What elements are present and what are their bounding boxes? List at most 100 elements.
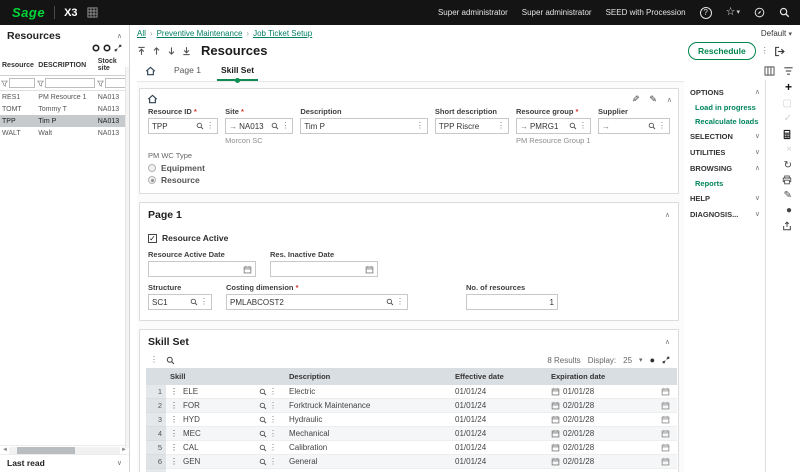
breadcrumb-all[interactable]: All	[137, 29, 146, 38]
record-row-walt[interactable]: WALT Walt NA013	[0, 127, 129, 139]
new-record-icon[interactable]: +	[785, 82, 792, 93]
first-record-icon[interactable]	[137, 46, 146, 56]
lookup-icon[interactable]	[259, 416, 267, 424]
record-row-tpp-selected[interactable]: TPP Tim P NA013	[0, 115, 129, 127]
row-menu-icon[interactable]: ⋮	[166, 427, 179, 441]
skill-table-row[interactable]: 4 ⋮ MEC ⋮ Mechanical 01/01/24 02/01/28	[146, 427, 677, 441]
last-read-section[interactable]: Last read ∨	[0, 454, 129, 472]
filter-rows-icon[interactable]	[783, 66, 794, 76]
calculator-icon[interactable]	[782, 129, 792, 140]
last-read-chevron-icon[interactable]: ∨	[117, 459, 122, 467]
calendar-icon[interactable]	[661, 443, 673, 452]
view-selector[interactable]: Default ▾	[684, 25, 800, 40]
record-row-tomt[interactable]: TOMT Tommy T NA013	[0, 103, 129, 115]
menu-section-help[interactable]: HELP ∨	[688, 190, 762, 206]
endpoint-name[interactable]: SEED with Procession	[606, 8, 686, 17]
lookup-icon[interactable]	[196, 122, 204, 130]
expand-panel-icon[interactable]	[114, 44, 122, 52]
calendar-icon[interactable]	[551, 401, 560, 410]
row-menu-icon[interactable]: ⋮	[166, 413, 179, 427]
filter-resource-input[interactable]	[9, 78, 35, 88]
resource-group-field[interactable]: → PMRG1 ⋮	[516, 118, 591, 134]
row-menu-icon[interactable]: ⋮	[166, 469, 179, 472]
collapse-section-icon[interactable]: ∧	[665, 338, 670, 346]
jump-to-icon[interactable]: →	[520, 122, 528, 131]
breadcrumb-job-ticket-setup[interactable]: Job Ticket Setup	[253, 29, 312, 38]
radio-equipment[interactable]: Equipment	[148, 163, 670, 173]
collapse-left-panel-icon[interactable]: ∧	[117, 32, 122, 40]
attachment-pencil-icon[interactable]: ✎	[784, 190, 792, 201]
horizontal-scrollbar[interactable]: ◄ ►	[0, 445, 129, 454]
exit-icon[interactable]	[774, 46, 786, 57]
print-icon[interactable]	[782, 175, 792, 185]
field-menu-icon[interactable]: ⋮	[497, 122, 505, 130]
field-menu-icon[interactable]: ⋮	[281, 122, 289, 130]
skill-table-row[interactable]: 6 ⋮ GEN ⋮ General 01/01/24 02/01/28	[146, 455, 677, 469]
breadcrumb-preventive-maintenance[interactable]: Preventive Maintenance	[157, 29, 243, 38]
skill-table-row[interactable]: 3 ⋮ HYD ⋮ Hydraulic 01/01/24 02/01/28	[146, 413, 677, 427]
resource-active-date-field[interactable]	[148, 261, 256, 277]
lookup-icon[interactable]	[190, 298, 198, 306]
calendar-icon[interactable]	[661, 429, 673, 438]
row-menu-icon[interactable]: ⋮	[166, 441, 179, 455]
filter-funnel-icon[interactable]	[97, 80, 104, 87]
col-header-description[interactable]: DESCRIPTION	[36, 55, 95, 76]
lookup-icon[interactable]	[569, 122, 577, 130]
display-page-size[interactable]: 25	[623, 356, 632, 365]
radio-resource-circle[interactable]	[148, 176, 156, 184]
calendar-icon[interactable]	[661, 415, 673, 424]
gear-icon[interactable]: ●	[650, 355, 655, 365]
description-field[interactable]: Tim P ⋮	[300, 118, 428, 134]
menu-section-options[interactable]: OPTIONS ∧	[688, 84, 762, 100]
menu-section-browsing[interactable]: BROWSING ∧	[688, 160, 762, 176]
calendar-icon[interactable]	[551, 387, 560, 396]
filter-description-input[interactable]	[45, 78, 94, 88]
filter-funnel-icon[interactable]	[37, 80, 44, 87]
expand-grid-icon[interactable]	[662, 356, 670, 364]
lookup-icon[interactable]	[259, 430, 267, 438]
res-inactive-date-field[interactable]	[270, 261, 378, 277]
circle-icon-1[interactable]	[92, 44, 100, 52]
structure-field[interactable]: SC1 ⋮	[148, 294, 212, 310]
skill-table-row[interactable]: 5 ⋮ CAL ⋮ Calibration 01/01/24 02/01/28	[146, 441, 677, 455]
lookup-icon[interactable]	[648, 122, 656, 130]
menu-link-recalculate-loads[interactable]: Recalculate loads	[688, 114, 762, 128]
field-menu-icon[interactable]: ⋮	[269, 388, 277, 396]
calendar-icon[interactable]	[661, 387, 673, 396]
scroll-left-icon[interactable]: ◄	[2, 447, 8, 453]
col-header-expiration-date[interactable]: Expiration date	[547, 368, 657, 385]
circle-icon-2[interactable]	[103, 44, 111, 52]
search-icon[interactable]	[779, 7, 790, 18]
calendar-icon[interactable]	[243, 265, 252, 274]
favorites-icon[interactable]: ☆▾	[726, 7, 740, 18]
no-of-resources-field[interactable]: 1	[466, 294, 558, 310]
tab-page-1[interactable]: Page 1	[172, 61, 203, 81]
section-home-icon[interactable]	[140, 89, 678, 104]
lookup-icon[interactable]	[259, 402, 267, 410]
col-header-skill[interactable]: Skill	[166, 368, 255, 385]
radio-resource[interactable]: Resource	[148, 175, 670, 185]
record-options-icon[interactable]: ●	[786, 205, 792, 216]
navigation-compass-icon[interactable]	[754, 7, 765, 18]
calendar-icon[interactable]	[661, 401, 673, 410]
tab-skill-set[interactable]: Skill Set	[219, 61, 256, 81]
user-name[interactable]: Super administrator	[522, 8, 592, 17]
site-field[interactable]: → NA013 ⋮	[225, 118, 293, 134]
columns-layout-icon[interactable]	[764, 66, 775, 76]
user-role[interactable]: Super administrator	[438, 8, 508, 17]
lookup-icon[interactable]	[271, 122, 279, 130]
filter-funnel-icon[interactable]	[1, 80, 8, 87]
col-header-effective-date[interactable]: Effective date	[451, 368, 547, 385]
skill-table-row[interactable]: 7 ⋮ MAI ⋮ Maintenance 01/01/24 02/01/28	[146, 469, 677, 472]
reschedule-button[interactable]: Reschedule	[688, 42, 756, 60]
calendar-icon[interactable]	[551, 415, 560, 424]
skill-table-row[interactable]: 2 ⋮ FOR ⋮ Forktruck Maintenance 01/01/24…	[146, 399, 677, 413]
edit-pencil-icon[interactable]: ✎	[632, 94, 640, 105]
jump-to-icon[interactable]: →	[602, 122, 610, 131]
menu-link-load-in-progress[interactable]: Load in progress	[688, 100, 762, 114]
vertical-scrollbar[interactable]	[125, 67, 129, 448]
costing-dimension-field[interactable]: PMLABCOST2 ⋮	[226, 294, 408, 310]
field-menu-icon[interactable]: ⋮	[269, 416, 277, 424]
export-icon[interactable]	[782, 221, 792, 231]
calendar-icon[interactable]	[551, 429, 560, 438]
